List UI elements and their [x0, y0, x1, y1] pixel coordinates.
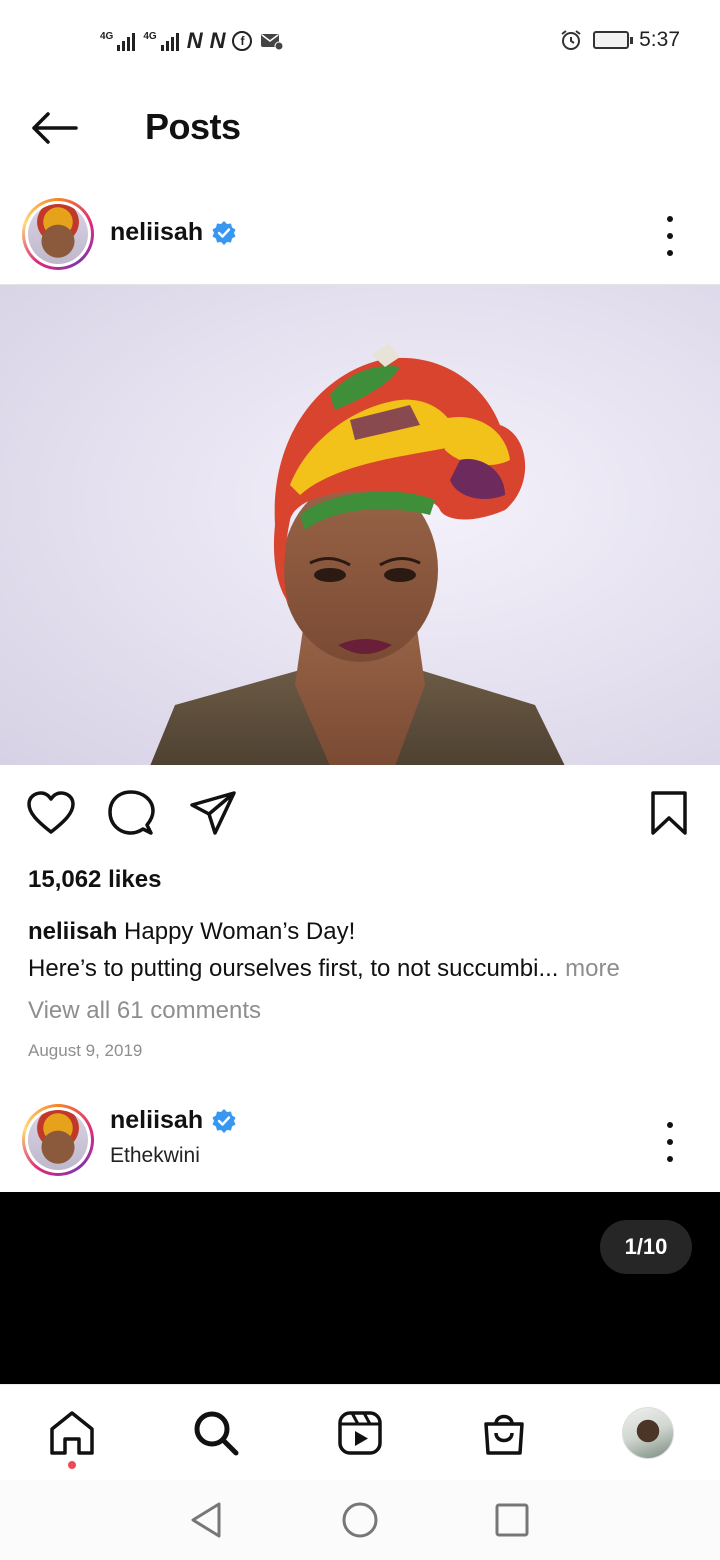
- post-image-2[interactable]: 1/10: [0, 1192, 720, 1384]
- top-header: Posts: [0, 84, 720, 174]
- post-caption: neliisah Happy Woman’s Day! Here’s to pu…: [28, 913, 698, 987]
- caption-more-link[interactable]: more: [558, 955, 620, 982]
- send-icon: [190, 791, 236, 835]
- carousel-page-indicator: 1/10: [600, 1220, 692, 1274]
- home-activity-dot: [68, 1461, 76, 1469]
- reels-icon: [338, 1411, 382, 1455]
- avatar-photo-2: [28, 1110, 88, 1170]
- signal-icon-2: 4G: [143, 31, 179, 51]
- likes-count[interactable]: 15,062 likes: [28, 866, 161, 894]
- system-recents-button[interactable]: [492, 1500, 532, 1540]
- comment-icon: [108, 790, 155, 835]
- verified-badge-icon: [212, 1108, 236, 1133]
- facebook-icon: f: [232, 31, 253, 51]
- back-arrow-icon: [32, 112, 78, 144]
- home-icon: [50, 1411, 94, 1455]
- nav-home[interactable]: [44, 1405, 100, 1461]
- post-actions: [0, 780, 720, 840]
- system-back-button[interactable]: [186, 1500, 226, 1540]
- network-type: 4G: [100, 31, 114, 42]
- triangle-back-icon: [191, 1502, 221, 1538]
- view-comments-link[interactable]: View all 61 comments: [28, 997, 261, 1025]
- alarm-icon: [561, 30, 581, 50]
- verified-badge-icon: [212, 220, 236, 245]
- system-nav-bar: [0, 1480, 720, 1560]
- shop-bag-icon: [484, 1414, 524, 1455]
- like-button[interactable]: [26, 788, 76, 838]
- square-recents-icon: [495, 1503, 529, 1537]
- status-left: 4G 4G N N f: [100, 28, 284, 54]
- more-options-icon-2[interactable]: [658, 1122, 682, 1162]
- post-image[interactable]: [0, 284, 720, 765]
- bookmark-icon: [651, 791, 687, 835]
- clock: 5:37: [639, 28, 680, 51]
- profile-avatar: [622, 1407, 674, 1459]
- signal-icon: 4G: [100, 31, 136, 51]
- post-username-2[interactable]: neliisah: [110, 1106, 237, 1135]
- caption-username[interactable]: neliisah: [28, 918, 117, 945]
- username-label: neliisah: [110, 218, 204, 246]
- status-right: 5:37: [559, 28, 680, 52]
- post-username[interactable]: neliisah: [110, 218, 237, 247]
- post-location[interactable]: Ethekwini: [110, 1144, 200, 1168]
- post-header: neliisah: [0, 190, 720, 280]
- nav-search[interactable]: [188, 1405, 244, 1461]
- caption-line-2: Here’s to putting ourselves first, to no…: [28, 955, 559, 982]
- nav-profile[interactable]: [620, 1405, 676, 1461]
- mail-settings-icon: [261, 34, 284, 51]
- bottom-nav: [0, 1384, 720, 1480]
- username-label-2: neliisah: [110, 1106, 204, 1134]
- caption-line-1: Happy Woman’s Day!: [124, 918, 356, 945]
- circle-home-icon: [342, 1502, 378, 1538]
- portrait-illustration: [150, 343, 565, 765]
- nav-shop[interactable]: [476, 1405, 532, 1461]
- heart-icon: [27, 791, 75, 834]
- save-button[interactable]: [644, 788, 694, 838]
- avatar-2[interactable]: [22, 1104, 94, 1176]
- notification-icon-2: N: [209, 28, 226, 53]
- post-date: August 9, 2019: [28, 1041, 143, 1060]
- nav-reels[interactable]: [332, 1405, 388, 1461]
- network-type-2: 4G: [143, 31, 157, 42]
- status-bar: 4G 4G N N f 5:37: [0, 0, 720, 84]
- search-icon: [194, 1411, 239, 1456]
- avatar[interactable]: [22, 198, 94, 270]
- post-header-2: neliisah Ethekwini: [0, 1096, 720, 1186]
- page-title: Posts: [145, 106, 241, 147]
- avatar-photo: [28, 204, 88, 264]
- back-button[interactable]: [30, 106, 82, 150]
- battery-icon: [593, 31, 634, 49]
- system-home-button[interactable]: [340, 1500, 380, 1540]
- notification-icon: N: [186, 28, 203, 53]
- share-button[interactable]: [188, 788, 238, 838]
- comment-button[interactable]: [106, 788, 156, 838]
- more-options-icon[interactable]: [658, 216, 682, 256]
